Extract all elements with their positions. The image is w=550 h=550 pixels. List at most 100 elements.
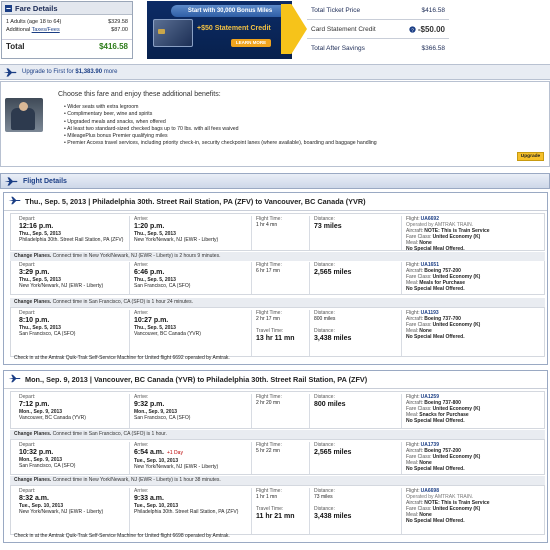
change-planes-bar: Change Planes. Connect time in San Franc… <box>10 298 545 307</box>
upgrade-amount: $1,383.90 <box>75 69 103 75</box>
arrive-place: Philadelphia 30th. Street Rail Station, … <box>134 509 239 515</box>
flight-leg: Depart: 3:29 p.m. Thu., Sep. 5, 2013 New Yo… <box>10 259 545 295</box>
first-class-seat-photo <box>5 98 43 132</box>
flight-leg: Depart: 7:12 p.m. Mon., Sep. 9, 2013 Vancou… <box>10 391 545 429</box>
distance-value: 800 miles <box>314 401 346 408</box>
arrive-place: San Francisco, CA (SFO) <box>134 283 191 289</box>
distance-value: 73 miles <box>314 494 333 500</box>
after-savings-value: $366.58 <box>421 45 446 52</box>
flight-time-column: Flight Time: 5 hr 22 mn <box>256 442 308 454</box>
depart-time: 3:29 p.m. <box>19 269 50 276</box>
airplane-icon <box>4 176 18 186</box>
upgrade-text: Upgrade to First for $1,383.90 more <box>22 69 117 75</box>
airplane-icon <box>8 374 21 385</box>
depart-column: Depart: 10:32 p.m. Mon., Sep. 9, 2013 San F… <box>19 442 127 469</box>
airplane-icon <box>3 67 17 77</box>
statement-credit-row: Card Statement Credit ? -$50.00 <box>307 20 449 39</box>
promo-headline: Start with 30,000 Bonus Miles <box>171 5 289 17</box>
distance-value: 2,565 miles <box>314 449 352 456</box>
flight-info-column: Flight:UA1739 Aircraft:Boeing 757-200 Fare… <box>406 442 544 472</box>
depart-time: 12:16 p.m. <box>19 223 54 230</box>
benefits-list: Wider seats with extra legroom Complimen… <box>64 104 377 148</box>
help-icon[interactable]: ? <box>409 25 416 33</box>
connect-time-text: Connect time in San Francisco, CA (SFO) … <box>52 299 193 305</box>
fare-class-value: United Economy (K) <box>432 322 481 328</box>
segment-header: Mon., Sep. 9, 2013 | Vancouver, BC Canad… <box>4 371 547 389</box>
change-planes-label: Change Planes. <box>14 299 52 305</box>
flight-time-column: Flight Time: 1 hr 1 mn Travel Time: 11 hr 2… <box>256 488 308 521</box>
promo-arrow-shape <box>281 4 307 54</box>
depart-time: 7:12 p.m. <box>19 401 50 408</box>
arrive-column: Arrive: 9:33 a.m. Tue., Sep. 10, 2013 Phila… <box>134 488 249 515</box>
flight-time-value: 1 hr 4 mn <box>256 222 278 228</box>
fare-adults-label: 1 Adults (age 18 to 64) <box>6 19 62 25</box>
flight-time-value: 2 hr 17 mn <box>256 316 280 322</box>
benefit-item: Upgraded meals and snacks, when offered <box>64 119 377 126</box>
benefits-title: Choose this fare and enjoy these additio… <box>58 91 221 98</box>
distance-value: 800 miles <box>314 316 336 322</box>
fare-details-title: Fare Details <box>15 3 58 13</box>
statement-credit-label: Card Statement Credit <box>311 25 376 33</box>
special-meal-note: No Special Meal Offered. <box>406 286 465 292</box>
arrive-time: 1:20 p.m. <box>134 223 165 230</box>
flight-time-column: Flight Time: 6 hr 17 mn <box>256 262 308 274</box>
credit-card-promo[interactable]: Start with 30,000 Bonus Miles +$50 State… <box>147 1 292 59</box>
promo-statement-credit: +$50 Statement Credit <box>197 25 271 32</box>
flight-time-value: 5 hr 22 mn <box>256 448 280 454</box>
fare-total-value: $416.58 <box>99 42 128 51</box>
arrive-place: San Francisco, CA (SFO) <box>134 415 191 421</box>
upgrade-button[interactable]: Upgrade <box>517 152 544 161</box>
fare-details-panel: Fare Details 1 Adults (age 18 to 64) $32… <box>1 1 133 59</box>
upgrade-suffix: more <box>103 69 118 75</box>
fare-total-row: Total $416.58 <box>2 39 132 53</box>
fare-class-value: United Economy (K) <box>432 506 481 512</box>
arrive-place: New York/Newark, NJ (EWR - Liberty) <box>134 237 219 243</box>
learn-more-button[interactable]: LEARN MORE <box>231 39 271 47</box>
change-planes-label: Change Planes. <box>14 477 52 483</box>
flight-info-column: Flight:UA1259 Aircraft:Boeing 737-800 Fare… <box>406 394 544 424</box>
benefit-item: Wider seats with extra legroom <box>64 104 377 111</box>
arrive-time: 9:33 a.m. <box>134 495 164 502</box>
depart-time: 10:32 p.m. <box>19 449 54 456</box>
benefit-item: Complimentary beer, wine and spirits <box>64 111 377 118</box>
fare-taxes-row: Additional Taxes/Fees $87.00 <box>2 26 132 34</box>
statement-credit-value: -$50.00 <box>417 24 445 34</box>
taxes-fees-link[interactable]: Taxes/Fees <box>32 27 60 33</box>
distance-column: Distance: 2,565 miles <box>314 262 399 277</box>
depart-place: New York/Newark, NJ (EWR - Liberty) <box>19 283 104 289</box>
flight-details-header[interactable]: Flight Details <box>0 173 550 189</box>
arrive-time-row: 10:27 p.m. <box>134 316 249 325</box>
collapse-icon[interactable] <box>5 4 12 12</box>
benefit-item: At least two standard-sized checked bags… <box>64 126 377 133</box>
flight-info-column: Flight:UA1193 Aircraft:Boeing 737-700 Fare… <box>406 310 544 340</box>
flight-segment: Thu., Sep. 5, 2013 | Philadelphia 30th. … <box>3 192 548 365</box>
after-savings-row: Total After Savings $366.58 <box>307 39 449 58</box>
flight-leg: Depart: 8:32 a.m. Tue., Sep. 10, 2013 New Y… <box>10 485 545 535</box>
benefit-item: MileagePlus bonus Premier qualifying mil… <box>64 133 377 140</box>
arrive-time-row: 6:54 a.m. +1 Day <box>134 448 249 458</box>
depart-time: 8:10 p.m. <box>19 317 50 324</box>
fare-taxes-prefix: Additional <box>6 27 31 33</box>
arrive-column: Arrive: 10:27 p.m. Thu., Sep. 5, 2013 Vanco… <box>134 310 249 337</box>
arrive-time-row: 1:20 p.m. <box>134 222 249 231</box>
distance-column: Distance: 73 miles Distance: 3,438 miles <box>314 488 399 521</box>
flight-info-column: Flight:UA6698 Operated by AMTRAK TRAIN. Ai… <box>406 488 544 524</box>
travel-time-value: 13 hr 11 mn <box>256 335 295 342</box>
fare-adults-value: $329.58 <box>108 19 128 25</box>
depart-column: Depart: 3:29 p.m. Thu., Sep. 5, 2013 New Yo… <box>19 262 127 289</box>
arrive-place: New York/Newark, NJ (EWR - Liberty) <box>134 464 219 470</box>
flight-leg: Depart: 10:32 p.m. Mon., Sep. 9, 2013 San F… <box>10 439 545 475</box>
flight-segment: Mon., Sep. 9, 2013 | Vancouver, BC Canad… <box>3 370 548 543</box>
arrive-time: 9:32 p.m. <box>134 401 165 408</box>
change-planes-label: Change Planes. <box>14 431 52 437</box>
distance-value: 2,565 miles <box>314 269 352 276</box>
depart-place: New York/Newark, NJ (EWR - Liberty) <box>19 509 104 515</box>
depart-column: Depart: 12:16 p.m. Thu., Sep. 5, 2013 Phila… <box>19 216 127 243</box>
upgrade-prefix: Upgrade to First for <box>22 69 74 75</box>
arrive-column: Arrive: 1:20 p.m. Thu., Sep. 5, 2013 New Yo… <box>134 216 249 243</box>
ticket-price-value: $416.58 <box>421 6 446 14</box>
change-planes-bar: Change Planes. Connect time in New York/… <box>10 476 545 485</box>
upgrade-bar[interactable]: Upgrade to First for $1,383.90 more <box>0 64 550 80</box>
upgrade-benefits-panel: Choose this fare and enjoy these additio… <box>0 81 550 167</box>
connect-time-text: Connect time in New York/Newark, NJ (EWR… <box>52 477 221 483</box>
